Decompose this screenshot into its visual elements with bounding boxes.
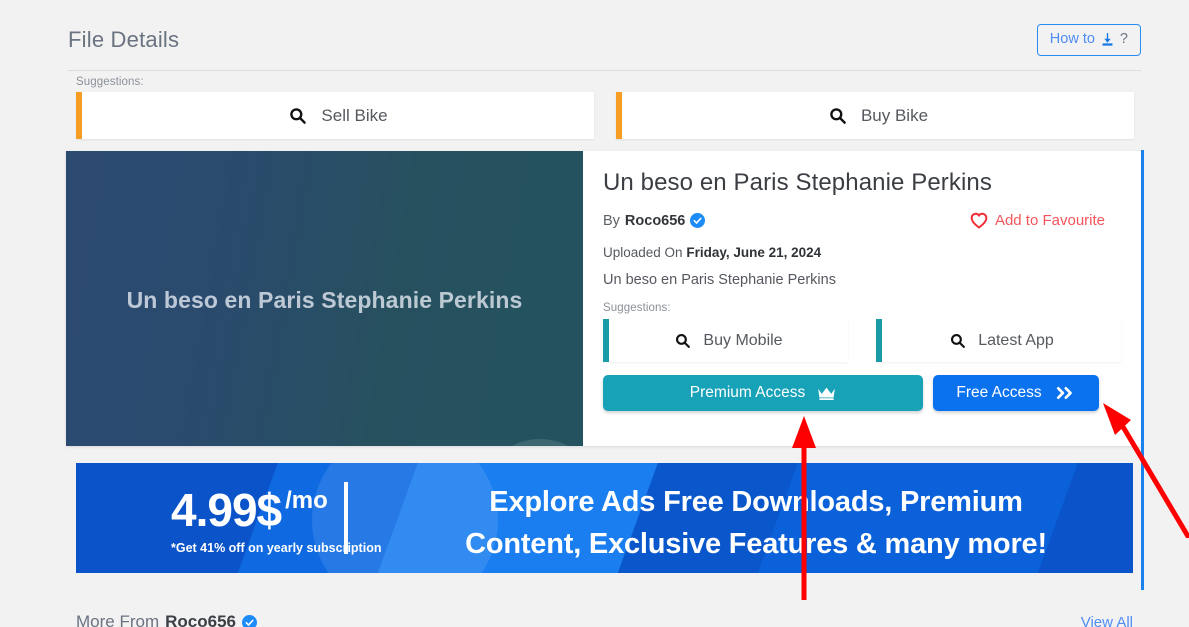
access-buttons-row: Premium Access Free Access	[603, 375, 1121, 411]
crown-icon	[817, 386, 836, 401]
suggestion-label: Latest App	[978, 331, 1054, 349]
verified-badge-icon	[690, 213, 706, 228]
verified-badge-icon	[242, 614, 257, 627]
suggestion-buy-mobile[interactable]: Buy Mobile	[603, 319, 848, 362]
page-title: File Details	[68, 27, 180, 52]
search-icon	[674, 332, 691, 349]
file-name: Un beso en Paris Stephanie Perkins	[603, 272, 836, 288]
search-icon	[288, 106, 307, 125]
promo-banner[interactable]: 4.99$/mo *Get 41% off on yearly subscrip…	[76, 463, 1133, 573]
suggestions-label-top: Suggestions:	[76, 76, 144, 88]
uploaded-on: Uploaded On Friday, June 21, 2024	[603, 245, 1121, 260]
more-from-section: More From Roco656	[76, 612, 257, 627]
banner-discount-note: *Get 41% off on yearly subscription	[171, 541, 382, 555]
add-to-favourite-button[interactable]: Add to Favourite	[970, 212, 1105, 229]
add-to-favourite-label: Add to Favourite	[994, 212, 1105, 229]
top-suggestions-row: Sell Bike Buy Bike	[76, 92, 1141, 139]
suggestion-sell-bike[interactable]: Sell Bike	[76, 92, 594, 139]
header-divider	[68, 70, 1141, 71]
banner-headline: Explore Ads Free Downloads, Premium Cont…	[406, 481, 1106, 565]
uploaded-prefix: Uploaded On	[603, 245, 683, 260]
search-icon	[828, 106, 847, 125]
free-access-button[interactable]: Free Access	[933, 375, 1099, 411]
banner-price: 4.99$	[171, 484, 282, 536]
file-details-panel: Un beso en Paris Stephanie Perkins By Ro…	[583, 151, 1141, 446]
more-from-author: Roco656	[165, 612, 236, 627]
heart-icon	[970, 212, 988, 229]
banner-separator	[344, 482, 348, 554]
search-icon	[949, 332, 966, 349]
more-from-prefix: More From	[76, 612, 160, 627]
premium-access-label: Premium Access	[689, 384, 806, 401]
free-access-label: Free Access	[956, 384, 1042, 401]
page-scroll-rail[interactable]	[1141, 150, 1144, 590]
double-chevron-right-icon	[1054, 385, 1076, 401]
suggestion-label: Sell Bike	[321, 105, 388, 125]
banner-period: /mo	[285, 487, 328, 514]
suggestion-buy-bike[interactable]: Buy Bike	[616, 92, 1134, 139]
premium-access-button[interactable]: Premium Access	[603, 375, 923, 411]
decorative-circle	[480, 439, 583, 446]
byline-row: By Roco656 Add to Favourite	[603, 212, 1121, 229]
banner-headline-line-1: Explore Ads Free Downloads, Premium	[489, 486, 1023, 518]
file-title: Un beso en Paris Stephanie Perkins	[603, 169, 992, 196]
page-header: File Details How to ?	[68, 18, 1141, 62]
by-word: By	[603, 212, 620, 229]
how-to-question-mark: ?	[1119, 31, 1128, 48]
download-icon	[1099, 31, 1116, 48]
suggestion-label: Buy Bike	[860, 105, 929, 125]
file-details-page: File Details How to ? Suggestions: Sell …	[0, 0, 1189, 627]
banner-headline-line-2: Content, Exclusive Features & many more!	[465, 528, 1047, 561]
view-all-link[interactable]: View All	[1081, 614, 1133, 627]
uploaded-date: Friday, June 21, 2024	[686, 245, 822, 260]
author-name: Roco656	[624, 212, 686, 229]
suggestion-latest-app[interactable]: Latest App	[876, 319, 1121, 362]
suggestions-label-inner: Suggestions:	[603, 302, 671, 314]
inner-suggestions-row: Buy Mobile Latest App	[603, 319, 1121, 362]
banner-price-block: 4.99$/mo *Get 41% off on yearly subscrip…	[171, 487, 381, 555]
author-byline[interactable]: By Roco656	[603, 212, 706, 229]
how-to-label: How to	[1049, 31, 1095, 48]
suggestion-label: Buy Mobile	[703, 331, 783, 349]
file-thumbnail[interactable]: Un beso en Paris Stephanie Perkins	[66, 151, 583, 446]
file-details-card: Un beso en Paris Stephanie Perkins Un be…	[66, 151, 1141, 446]
thumbnail-title: Un beso en Paris Stephanie Perkins	[126, 287, 523, 313]
how-to-button[interactable]: How to ?	[1036, 24, 1141, 56]
